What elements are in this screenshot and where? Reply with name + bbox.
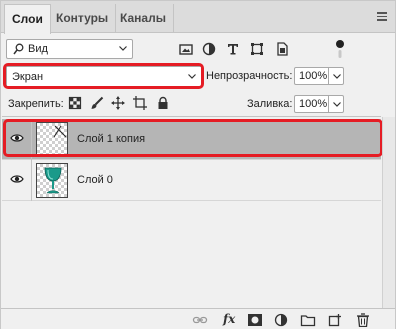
opacity-dropdown[interactable] xyxy=(328,68,343,84)
tab-layers[interactable]: Слои xyxy=(4,4,51,34)
fill-dropdown[interactable] xyxy=(328,96,343,112)
layers-bottom-toolbar: fx xyxy=(1,308,395,329)
selected-layer-highlight xyxy=(3,119,383,157)
fill-field[interactable]: 100% xyxy=(294,95,344,113)
lock-position-icon[interactable] xyxy=(111,96,125,110)
lock-artboard-icon[interactable] xyxy=(133,96,147,110)
lock-label: Закрепить: xyxy=(8,98,64,110)
tab-paths[interactable]: Контуры xyxy=(49,4,117,33)
visibility-eye-icon[interactable] xyxy=(10,174,24,184)
shape-filter-icon[interactable] xyxy=(248,40,266,58)
blend-mode-highlight xyxy=(3,63,204,89)
lock-image-pixels-icon[interactable] xyxy=(90,96,104,110)
delete-layer-icon[interactable] xyxy=(355,313,371,327)
image-filter-icon[interactable] xyxy=(177,40,195,58)
layers-panel: Слои Контуры Каналы Вид Экран Непрозрачн… xyxy=(0,0,396,329)
layers-scrollbar[interactable] xyxy=(382,117,395,308)
chevron-down-icon xyxy=(333,102,341,107)
layer-thumbnail xyxy=(36,163,68,198)
panel-tab-bar: Слои Контуры Каналы xyxy=(1,1,395,34)
new-adjustment-layer-icon[interactable] xyxy=(273,313,289,327)
filter-toggle-icon[interactable] xyxy=(335,38,345,60)
layer-row[interactable]: Слой 0 xyxy=(2,160,381,201)
layer-filter-select[interactable]: Вид xyxy=(6,39,133,59)
glass-goblet-icon xyxy=(44,167,62,194)
link-layers-icon[interactable] xyxy=(192,313,208,327)
layer-style-icon[interactable]: fx xyxy=(223,312,235,326)
eye-column-divider xyxy=(31,160,32,201)
opacity-value: 100% xyxy=(299,70,328,82)
new-group-icon[interactable] xyxy=(300,313,316,327)
chevron-down-icon xyxy=(333,74,341,79)
chevron-down-icon xyxy=(119,46,127,51)
tab-channels[interactable]: Каналы xyxy=(113,4,174,33)
search-icon xyxy=(13,43,24,55)
opacity-field[interactable]: 100% xyxy=(294,67,344,85)
opacity-label: Непрозрачность: xyxy=(206,70,293,82)
new-layer-icon[interactable] xyxy=(327,313,343,327)
panel-menu-icon[interactable] xyxy=(377,12,387,21)
lock-all-icon[interactable] xyxy=(156,96,170,110)
fill-value: 100% xyxy=(299,98,328,110)
type-filter-icon[interactable] xyxy=(224,40,242,58)
smart-object-filter-icon[interactable] xyxy=(273,40,291,58)
layer-name[interactable]: Слой 0 xyxy=(77,174,113,186)
add-mask-icon[interactable] xyxy=(247,313,263,327)
filter-label: Вид xyxy=(28,43,48,55)
fill-label: Заливка: xyxy=(247,98,293,110)
adjustment-filter-icon[interactable] xyxy=(200,40,218,58)
lock-transparent-pixels-icon[interactable] xyxy=(68,96,82,110)
